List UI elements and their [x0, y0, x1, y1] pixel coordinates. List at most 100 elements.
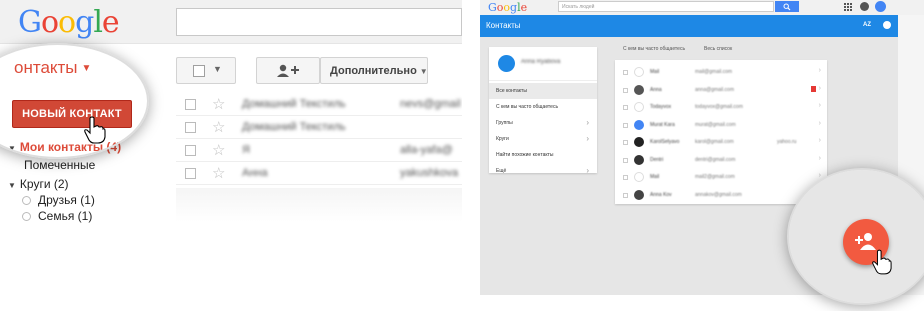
nav-starred[interactable]: Помеченные: [24, 158, 95, 172]
row-checkbox[interactable]: [185, 122, 196, 133]
page-title: Контакты: [486, 21, 521, 30]
apps-grid-icon[interactable]: [844, 3, 852, 11]
row-checkbox[interactable]: [185, 99, 196, 110]
google-logo[interactable]: Google: [18, 5, 120, 40]
contact-email: annakov@gmail.com: [695, 191, 742, 198]
location-icon[interactable]: [883, 21, 891, 29]
chevron-right-icon[interactable]: ›: [819, 102, 821, 109]
avatar[interactable]: [875, 1, 886, 12]
row-checkbox[interactable]: [623, 157, 628, 163]
hand-cursor-icon: [872, 249, 892, 275]
sidebar-item-groups[interactable]: Группы ›: [489, 115, 597, 131]
table-row[interactable]: ☆ Домашний Текстиль nevs@gmail: [176, 93, 462, 116]
contact-email: mail@gmail.com: [695, 69, 733, 75]
row-checkbox[interactable]: [623, 105, 628, 110]
row-checkbox[interactable]: [623, 122, 628, 128]
contact-name: Домашний Текстиль: [242, 98, 346, 110]
contacts-menu-title[interactable]: онтакты ▼: [14, 58, 91, 78]
sidebar-item-find-duplicates[interactable]: Найти похожие контакты: [489, 147, 597, 163]
nav-circle-friends[interactable]: Друзья (1): [22, 193, 95, 207]
avatar: [634, 84, 644, 95]
row-checkbox[interactable]: [185, 168, 196, 179]
chevron-right-icon[interactable]: ›: [819, 85, 821, 92]
list-item[interactable]: Dentri dentri@gmail.com ›: [615, 152, 827, 170]
list-item[interactable]: Mail mail@gmail.com ›: [615, 64, 827, 82]
avatar: [498, 55, 515, 72]
contact-name: Anna: [650, 86, 662, 93]
contact-email: karol@gmail.com: [695, 139, 734, 145]
avatar: [634, 67, 644, 77]
contact-email: yakushkova: [400, 167, 459, 179]
chevron-right-icon: ›: [586, 166, 589, 175]
star-icon[interactable]: ☆: [212, 141, 225, 159]
row-checkbox[interactable]: [623, 87, 628, 93]
sort-button[interactable]: AZ: [863, 22, 871, 28]
contact-email: alla-yafa@: [400, 144, 453, 156]
more-actions-button[interactable]: Дополнительно ▼: [320, 57, 428, 84]
contact-name: Mail: [650, 174, 660, 180]
user-card[interactable]: Anna Ryabova: [489, 47, 597, 81]
contact-name: Домашний Текстиль: [242, 121, 346, 133]
row-checkbox[interactable]: [623, 175, 628, 180]
contact-email: mail2@gmail.com: [695, 174, 735, 180]
contact-name: Анна: [242, 167, 268, 179]
chevron-right-icon[interactable]: ›: [819, 155, 821, 162]
sidebar-item-more[interactable]: Ещё ›: [489, 163, 597, 179]
search-button[interactable]: [775, 1, 799, 12]
list-item[interactable]: Anna anna@gmail.com ›: [615, 82, 827, 100]
old-contacts-view: Google онтакты ▼ ▼ Дополнительно ▼ НОВЫЙ К…: [0, 0, 462, 311]
table-row[interactable]: ☆ Анна yakushkova: [176, 162, 462, 185]
star-icon[interactable]: ☆: [212, 164, 225, 182]
contacts-table: ☆ Домашний Текстиль nevs@gmail ☆ Домашни…: [176, 93, 462, 185]
row-checkbox[interactable]: [185, 145, 196, 156]
tab-frequent[interactable]: С кем вы часто общаетесь: [623, 46, 685, 52]
app-bar: Контакты AZ: [480, 15, 898, 37]
star-icon[interactable]: ☆: [212, 95, 225, 113]
top-bar: Google Искать людей: [480, 0, 924, 15]
tab-all[interactable]: Весь список: [704, 46, 732, 52]
table-row[interactable]: ☆ Я alla-yafa@: [176, 139, 462, 162]
notifications-icon[interactable]: [860, 2, 869, 11]
avatar: [634, 172, 644, 182]
add-to-circles-button[interactable]: [256, 57, 320, 84]
caret-down-icon: ▼: [81, 63, 92, 75]
logo-letter: G: [18, 5, 42, 40]
contact-name: Anna Kov: [650, 191, 672, 198]
contact-name: Todayvox: [650, 104, 672, 110]
star-icon[interactable]: ☆: [212, 118, 225, 136]
chevron-right-icon[interactable]: ›: [819, 120, 821, 127]
logo-letter: o: [58, 5, 76, 40]
list-item[interactable]: KarolSelyavo karol@gmail.com yahoo.ru ›: [615, 134, 827, 152]
search-icon: [783, 3, 791, 11]
sidebar-item-all-contacts[interactable]: Все контакты: [489, 83, 597, 99]
comparison-screenshot: Google онтакты ▼ ▼ Дополнительно ▼ НОВЫЙ К…: [0, 0, 924, 311]
logo-letter: o: [40, 5, 59, 40]
contact-name: Я: [242, 144, 250, 156]
avatar: [634, 154, 644, 165]
search-input[interactable]: [176, 8, 462, 36]
nav-circles[interactable]: ▼ Круги (2): [8, 177, 69, 191]
row-checkbox[interactable]: [623, 192, 628, 198]
caret-down-icon: ▼: [419, 67, 428, 76]
google-logo[interactable]: Google: [488, 1, 527, 14]
chevron-right-icon[interactable]: ›: [819, 137, 821, 144]
sidebar-item-circles[interactable]: Круги ›: [489, 131, 597, 147]
row-checkbox[interactable]: [623, 70, 628, 75]
avatar: [634, 137, 644, 147]
contact-extra: yahoo.ru: [777, 139, 797, 145]
logo-letter: l: [93, 5, 103, 40]
chevron-right-icon[interactable]: ›: [819, 67, 821, 74]
user-name: Anna Ryabova: [521, 59, 561, 65]
search-input[interactable]: Искать людей: [558, 1, 774, 12]
row-checkbox[interactable]: [623, 140, 628, 145]
list-item[interactable]: Todayvox todayvox@gmail.com ›: [615, 99, 827, 117]
logo-letter: G: [488, 1, 497, 14]
sidebar-item-frequent[interactable]: С кем вы часто общаетесь: [489, 99, 597, 115]
table-row[interactable]: ☆ Домашний Текстиль: [176, 116, 462, 139]
new-contact-button[interactable]: НОВЫЙ КОНТАКТ: [12, 100, 132, 128]
avatar: [634, 189, 644, 200]
nav-circle-family[interactable]: Семья (1): [22, 209, 92, 223]
label-tag-icon: [811, 85, 816, 92]
select-checkbox-button[interactable]: ▼: [176, 57, 236, 84]
list-item[interactable]: Murat Kara murat@gmail.com ›: [615, 117, 827, 135]
